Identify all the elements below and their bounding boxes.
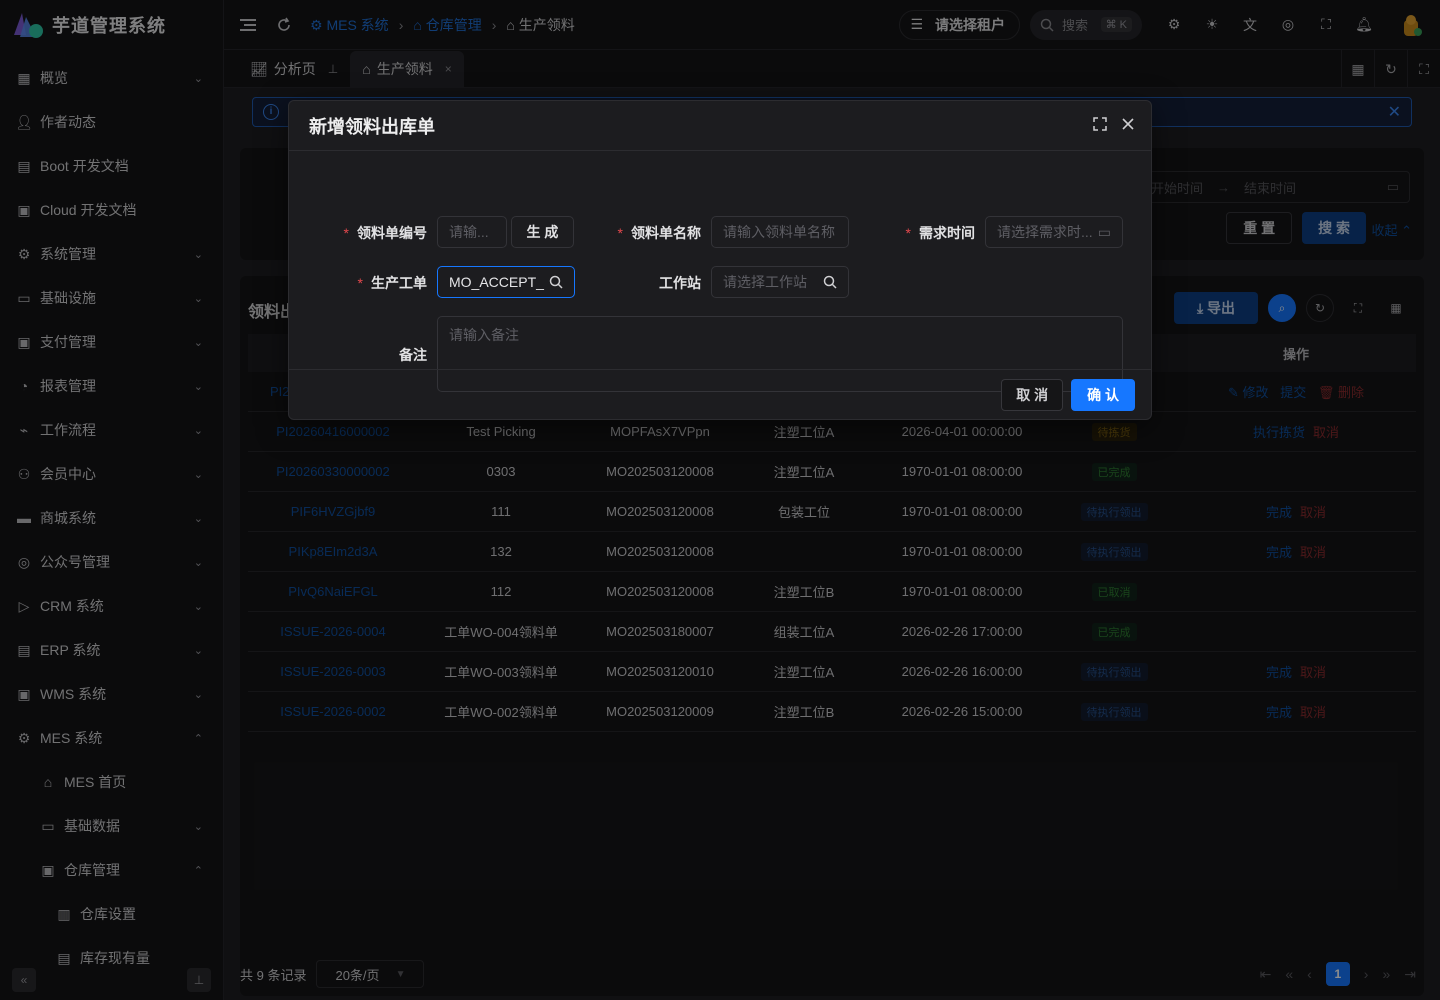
remark-placeholder: 请输入备注 — [449, 327, 519, 343]
search-icon[interactable] — [823, 275, 837, 289]
order-label-text: 生产工单 — [371, 275, 427, 291]
code-input[interactable]: 请输... — [437, 216, 507, 248]
name-placeholder: 请输入领料单名称 — [723, 224, 835, 240]
order-label: * 生产工单 — [357, 275, 427, 291]
search-icon[interactable] — [549, 275, 563, 289]
expand-icon[interactable] — [1093, 117, 1107, 134]
time-placeholder: 请选择需求时... — [997, 224, 1093, 240]
code-label: * 领料单编号 — [343, 225, 427, 241]
code-placeholder: 请输... — [449, 224, 489, 240]
create-issue-modal: 新增领料出库单 * 领料单编号 请输... 生 成 * 领料单名称 请输入领料单名称… — [288, 100, 1152, 420]
remark-label: 备注 — [399, 347, 427, 363]
close-icon[interactable] — [1121, 117, 1135, 134]
name-input[interactable]: 请输入领料单名称 — [711, 216, 849, 248]
modal-footer: 取 消 确 认 — [289, 369, 1151, 419]
order-value: MO_ACCEPT_I — [449, 274, 545, 290]
order-input[interactable]: MO_ACCEPT_I — [437, 266, 575, 298]
time-label: * 需求时间 — [905, 225, 975, 241]
modal-header: 新增领料出库单 — [289, 101, 1151, 151]
station-label: 工作站 — [599, 273, 701, 293]
name-label: * 领料单名称 — [617, 225, 701, 241]
modal-body: * 领料单编号 请输... 生 成 * 领料单名称 请输入领料单名称 * 需求时间 请… — [289, 151, 1151, 392]
confirm-button[interactable]: 确 认 — [1071, 378, 1135, 411]
time-picker[interactable]: 请选择需求时... ▭ — [985, 216, 1123, 248]
calendar-icon: ▭ — [1097, 223, 1111, 240]
name-label-text: 领料单名称 — [631, 225, 701, 241]
modal-header-icons — [1093, 117, 1135, 134]
station-placeholder: 请选择工作站 — [723, 274, 807, 290]
time-label-text: 需求时间 — [919, 225, 975, 241]
code-label-text: 领料单编号 — [357, 225, 427, 241]
modal-title: 新增领料出库单 — [309, 116, 435, 137]
cancel-button[interactable]: 取 消 — [1001, 378, 1064, 411]
station-input[interactable]: 请选择工作站 — [711, 266, 849, 298]
generate-button[interactable]: 生 成 — [511, 216, 574, 248]
station-label-text: 工作站 — [659, 275, 701, 291]
